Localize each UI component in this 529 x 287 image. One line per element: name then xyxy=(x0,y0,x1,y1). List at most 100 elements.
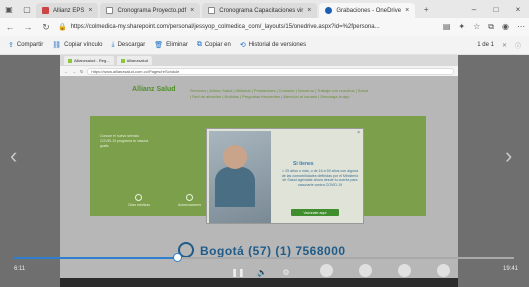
vaccinate-button: Vacúnate aquí xyxy=(291,209,339,216)
video-page-navigation: Servicios | Allianz Salud | Afiliados | … xyxy=(190,88,369,99)
allianz-favicon-icon xyxy=(42,7,49,14)
share-label: Compartir xyxy=(16,42,44,48)
allianz-logo: Allianz Salud xyxy=(132,86,176,93)
profile-icon[interactable]: ◉ xyxy=(502,22,509,32)
vaccine-popup: × Si tienes > 25 años o más, o de 16 a 5… xyxy=(206,128,364,224)
maximize-icon[interactable]: □ xyxy=(485,0,507,18)
command-bar: ⇪ Compartir ⛓ Copiar vínculo ⤓ Descargar… xyxy=(0,36,529,55)
progress-bar[interactable] xyxy=(14,253,514,262)
captions-icon[interactable] xyxy=(320,264,333,277)
video-browser-tabs: Allianzsalud - Reg... Allianzsalud xyxy=(60,55,458,66)
popup-body: > 25 años o más, o de 16 a 59 años con a… xyxy=(281,169,359,187)
copy-icon: ⧉ xyxy=(196,41,202,48)
more-menu-icon[interactable]: ⋯ xyxy=(517,22,525,32)
version-history-label: Historial de versiones xyxy=(248,42,307,48)
close-tab-icon[interactable]: × xyxy=(307,7,311,14)
video-browser-tab: Allianzsalud - Reg... xyxy=(64,56,114,65)
pause-icon[interactable]: ❚❚ xyxy=(226,264,250,280)
url-field[interactable]: 🔒 https://colmedica-my.sharepoint.com/pe… xyxy=(58,21,437,34)
reader-view-icon[interactable]: ▤ xyxy=(443,22,451,32)
browser-tab-cronograma-capacitaciones[interactable]: Cronograma Capacitaciones vir × xyxy=(202,3,318,18)
player-extra-buttons xyxy=(320,264,450,277)
video-browser-tab: Allianzsalud xyxy=(116,56,152,65)
trash-icon: 🗑 xyxy=(154,42,164,49)
delete-label: Eliminar xyxy=(166,42,188,48)
window-menu-icon[interactable]: ▣ xyxy=(0,0,18,18)
video-tab-title: Allianzsalud - Reg... xyxy=(74,58,110,63)
previous-file-icon[interactable]: ‹ xyxy=(10,143,17,169)
favorite-icon[interactable]: ☆ xyxy=(473,22,480,32)
back-icon[interactable]: ← xyxy=(4,22,16,32)
service-item: Citas médicas xyxy=(128,194,150,207)
close-tab-icon[interactable]: × xyxy=(405,7,409,14)
volume-icon[interactable]: 🔈 xyxy=(250,264,274,280)
address-bar-actions: ▤ ✦ ☆ ⧉ ◉ ⋯ xyxy=(443,22,525,32)
address-bar: ← → ↻ 🔒 https://colmedica-my.sharepoint.… xyxy=(0,18,529,36)
close-viewer-icon[interactable]: ✕ xyxy=(502,42,507,49)
download-icon: ⤓ xyxy=(111,41,115,48)
delete-button[interactable]: 🗑 Eliminar xyxy=(154,41,188,49)
share-icon: ⇪ xyxy=(8,42,14,49)
vaccination-photo xyxy=(209,131,271,223)
quality-icon[interactable] xyxy=(398,264,411,277)
version-history-button[interactable]: ⟲ Historial de versiones xyxy=(240,41,306,49)
settings-icon[interactable]: ⚙ xyxy=(274,264,298,280)
download-label: Descargar xyxy=(117,42,146,48)
close-tab-icon[interactable]: × xyxy=(88,7,92,14)
video-address-bar: ← → ↻ https://www.allianzsalud.com.co/Pa… xyxy=(60,66,458,76)
progress-fill xyxy=(14,257,177,259)
window-controls: – □ × xyxy=(463,0,529,18)
person-head xyxy=(223,145,247,169)
share-button[interactable]: ⇪ Compartir xyxy=(8,41,43,49)
total-time: 19:41 xyxy=(503,266,519,272)
tab-title: Grabaciones - OneDrive xyxy=(336,7,402,14)
service-label: Autorizaciones xyxy=(177,203,201,207)
refresh-icon[interactable]: ↻ xyxy=(40,22,52,33)
history-icon: ⟲ xyxy=(239,42,246,49)
download-button[interactable]: ⤓ Descargar xyxy=(111,41,145,49)
page-indicator: 1 de 1 xyxy=(477,42,494,48)
browser-tab-strip: ▣ ▢ Allianz EPS × Cronograma Proyecto.pd… xyxy=(0,0,529,18)
video-back-icon: ← xyxy=(64,68,68,74)
tab-actions-icon[interactable]: ▢ xyxy=(18,0,36,18)
player-controls: 6:11 19:41 ❚❚ 🔈 ⚙ xyxy=(0,251,529,287)
document-favicon-icon xyxy=(106,7,114,14)
speed-icon[interactable] xyxy=(359,264,372,277)
forward-icon[interactable]: → xyxy=(22,22,34,32)
copy-to-button[interactable]: ⧉ Copiar en xyxy=(197,41,231,49)
allianz-favicon-icon xyxy=(68,58,72,63)
video-url-field: https://www.allianzsalud.com.co/Pages/re… xyxy=(87,67,454,75)
copy-link-label: Copiar vínculo xyxy=(64,42,103,48)
fullscreen-icon[interactable] xyxy=(437,264,450,277)
video-forward-icon: → xyxy=(72,68,76,74)
document-icon xyxy=(185,194,193,201)
link-icon: ⛓ xyxy=(52,42,62,49)
video-viewer: ‹ › Allianzsalud - Reg... Allianzsalud ←… xyxy=(0,55,529,287)
minimize-icon[interactable]: – xyxy=(463,0,485,18)
current-time: 6:11 xyxy=(14,266,26,272)
collections-icon[interactable]: ⧉ xyxy=(488,22,494,32)
popup-title: Si tienes xyxy=(293,161,314,167)
info-icon[interactable]: ⓘ xyxy=(515,41,521,50)
browser-tab-onedrive[interactable]: Grabaciones - OneDrive × xyxy=(319,3,416,18)
next-file-icon[interactable]: › xyxy=(505,143,512,169)
service-label: Citas médicas xyxy=(128,203,150,207)
tab-title: Cronograma Capacitaciones vir xyxy=(219,7,304,14)
playback-buttons: ❚❚ 🔈 ⚙ xyxy=(226,264,298,280)
popup-close-icon: × xyxy=(357,130,360,136)
onedrive-favicon-icon xyxy=(325,7,333,14)
copy-link-button[interactable]: ⛓ Copiar vínculo xyxy=(52,41,102,49)
person-silhouette xyxy=(215,167,255,207)
close-window-icon[interactable]: × xyxy=(507,0,529,18)
extensions-icon[interactable]: ✦ xyxy=(458,22,465,32)
allianz-favicon-icon xyxy=(120,58,125,63)
new-tab-icon[interactable]: + xyxy=(417,0,435,18)
hero-text: Conoce el nuevo servicio COVID-19 progra… xyxy=(100,134,149,148)
tab-title: Cronograma Proyecto.pdf xyxy=(117,7,187,14)
close-tab-icon[interactable]: × xyxy=(190,7,194,14)
url-text: https://colmedica-my.sharepoint.com/pers… xyxy=(70,24,380,30)
browser-tab-cronograma-proyecto[interactable]: Cronograma Proyecto.pdf × xyxy=(100,3,201,18)
browser-tab-allianz[interactable]: Allianz EPS × xyxy=(36,3,99,18)
command-bar-right: 1 de 1 ✕ ⓘ xyxy=(477,41,521,50)
seek-handle[interactable] xyxy=(172,253,182,262)
